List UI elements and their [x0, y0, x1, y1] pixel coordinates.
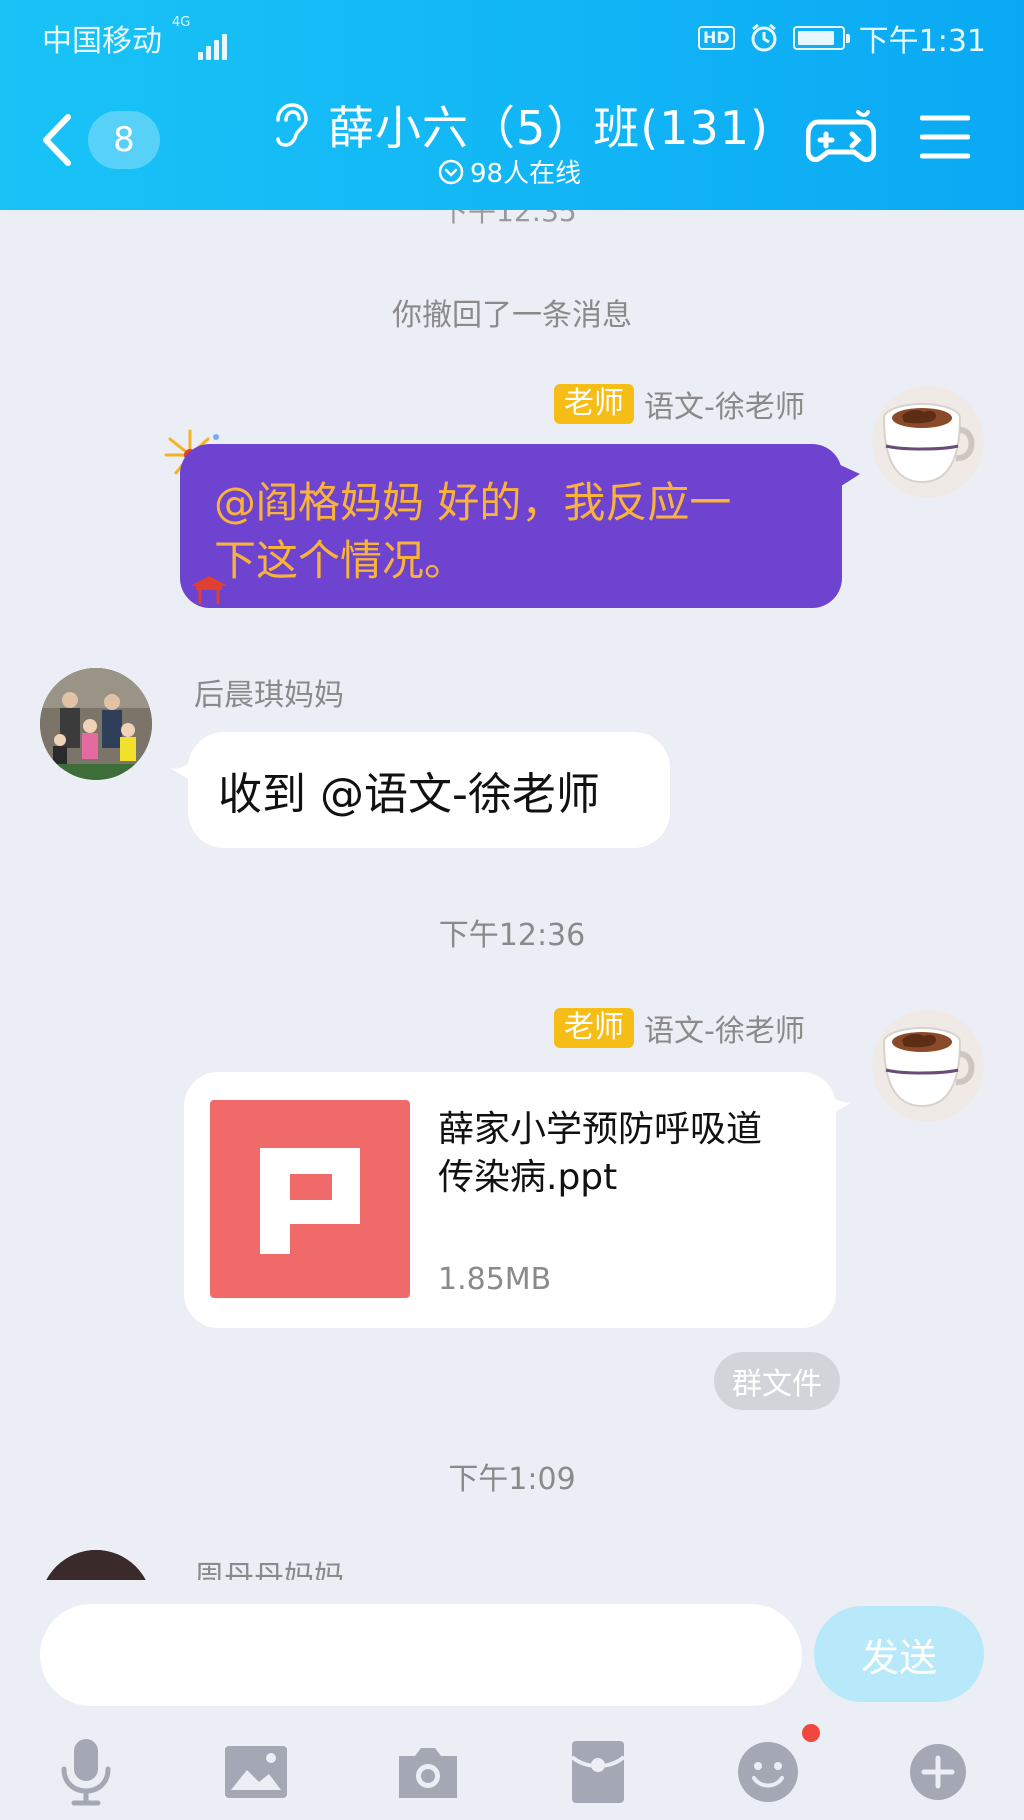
avatar[interactable]: [40, 668, 152, 780]
timestamp: 下午1:09: [448, 1462, 576, 1497]
emoji-icon[interactable]: [728, 1732, 808, 1812]
teacher-badge: 老师: [554, 384, 634, 424]
avatar[interactable]: [872, 1010, 984, 1122]
sender-name: 语文-徐老师: [644, 1014, 805, 1049]
status-left: 中国移动 4G: [42, 15, 228, 60]
carrier-name: 中国移动: [42, 24, 162, 59]
notification-dot: [802, 1724, 820, 1742]
message-bubble-purple[interactable]: @阎格妈妈 好的，我反应一 下这个情况。: [180, 444, 842, 608]
avatar[interactable]: [872, 386, 984, 498]
chevron-down-circle-icon: [438, 159, 464, 184]
teacher-badge: 老师: [554, 1008, 634, 1048]
image-icon[interactable]: [216, 1732, 296, 1812]
sender-line: 老师 语文-徐老师: [554, 382, 805, 426]
chevron-left-icon: [43, 114, 71, 166]
message-input[interactable]: [40, 1604, 802, 1706]
battery-icon: [792, 26, 850, 50]
status-time: 下午1:31: [858, 24, 986, 59]
file-size: 1.85MB: [438, 1262, 552, 1297]
system-message: 你撤回了一条消息: [392, 298, 632, 333]
message-text-line1: @阎格妈妈 好的，我反应一: [214, 478, 732, 527]
plus-icon[interactable]: [898, 1732, 978, 1812]
message-text-line2: 下这个情况。: [214, 536, 467, 585]
status-bar: 中国移动 4G HD 下午1:31: [0, 0, 1024, 72]
chat-header: 中国移动 4G HD 下午1:31 8 薛小六（5）班(131) 98人在线: [0, 0, 1024, 210]
lantern-decoration-icon: [190, 576, 228, 604]
family-photo-avatar-image: [40, 668, 152, 780]
send-button[interactable]: 发送: [814, 1606, 984, 1702]
group-title: 薛小六（5）班(131): [328, 101, 769, 155]
sender-line: 老师 语文-徐老师: [554, 1006, 805, 1050]
online-status[interactable]: 98人在线: [438, 153, 581, 190]
sender-name: 周丹丹妈妈: [194, 1560, 344, 1580]
network-type: 4G: [172, 15, 191, 30]
alarm-icon: [751, 23, 777, 52]
ppt-file-icon: [210, 1100, 410, 1298]
unread-count-badge: 8: [88, 111, 160, 169]
sender-name: 后晨琪妈妈: [194, 678, 344, 713]
signal-icon: [198, 30, 228, 60]
camera-icon[interactable]: [388, 1732, 468, 1812]
file-message-card[interactable]: 薛家小学预防呼吸道 传染病.ppt 1.85MB: [184, 1072, 836, 1328]
input-area: 发送: [0, 1580, 1024, 1820]
coffee-cup-avatar-image: [872, 386, 984, 498]
file-name: 薛家小学预防呼吸道 传染病.ppt: [438, 1109, 763, 1198]
bubble-tail: [170, 756, 194, 780]
sender-name: 语文-徐老师: [644, 390, 805, 425]
bubble-tail: [838, 464, 860, 488]
menu-icon[interactable]: [920, 114, 970, 160]
red-packet-icon[interactable]: [558, 1732, 638, 1812]
status-right: HD 下午1:31: [697, 16, 986, 60]
woman-photo-avatar-image: [40, 1550, 152, 1580]
hd-icon: HD: [697, 26, 735, 50]
group-file-button[interactable]: 群文件: [714, 1352, 840, 1410]
microphone-icon[interactable]: [46, 1732, 126, 1812]
back-button[interactable]: 8: [40, 110, 160, 170]
online-count: 98人在线: [470, 159, 582, 189]
gamepad-icon[interactable]: [806, 108, 876, 166]
timestamp: 下午12:36: [438, 918, 586, 953]
ear-icon: [276, 103, 308, 147]
bubble-tail: [828, 1090, 852, 1114]
coffee-cup-avatar-image: [872, 1010, 984, 1122]
message-text: 收到 @语文-徐老师: [218, 769, 600, 820]
avatar[interactable]: [40, 1550, 152, 1580]
message-bubble[interactable]: 收到 @语文-徐老师: [188, 732, 670, 848]
timestamp-partial: 下午12:35: [440, 210, 577, 228]
chat-message-list[interactable]: 下午12:35 你撤回了一条消息 老师 语文-徐老师 @阎格妈妈 好的，我反应一…: [0, 210, 1024, 1580]
chat-title[interactable]: 薛小六（5）班(131): [270, 92, 790, 158]
